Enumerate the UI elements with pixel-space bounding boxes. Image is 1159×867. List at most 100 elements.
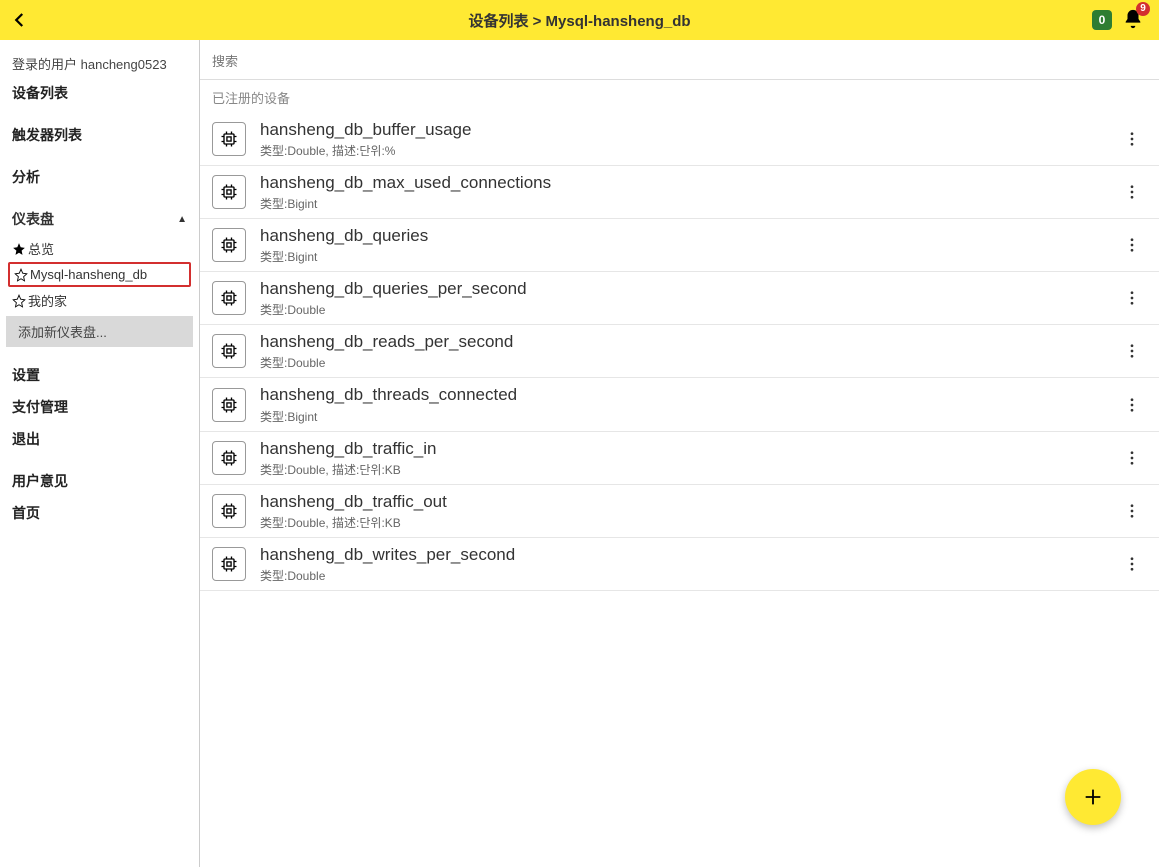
device-title: hansheng_db_queries_per_second (260, 278, 1117, 300)
row-more-button[interactable] (1117, 443, 1147, 473)
device-meta: 类型:Double (260, 567, 1117, 584)
device-title: hansheng_db_writes_per_second (260, 544, 1117, 566)
device-icon-wrap (212, 547, 246, 581)
sidebar-item-devices[interactable]: 设备列表 (0, 77, 199, 109)
user-name: hancheng0523 (81, 57, 167, 72)
device-icon-wrap (212, 175, 246, 209)
dashboard-item-2[interactable]: 我的家 (0, 287, 199, 314)
header-right: 0 9 (1092, 8, 1159, 33)
device-icon-wrap (212, 334, 246, 368)
device-title: hansheng_db_traffic_in (260, 438, 1117, 460)
device-meta: 类型:Double, 描述:단위:KB (260, 514, 1117, 531)
sidebar-item-analysis[interactable]: 分析 (0, 161, 199, 193)
row-more-button[interactable] (1117, 496, 1147, 526)
device-meta: 类型:Bigint (260, 408, 1117, 425)
chip-icon (219, 501, 239, 521)
device-row[interactable]: hansheng_db_traffic_out类型:Double, 描述:단위:… (200, 485, 1159, 538)
device-texts: hansheng_db_threads_connected 类型:Bigint (260, 384, 1117, 424)
add-fab-button[interactable] (1065, 769, 1121, 825)
header-bar: 设备列表 > Mysql-hansheng_db 0 9 (0, 0, 1159, 40)
device-texts: hansheng_db_reads_per_second类型:Double (260, 331, 1117, 371)
device-meta: 类型:Bigint (260, 195, 1117, 212)
sidebar-item-payment[interactable]: 支付管理 (0, 391, 199, 423)
more-vertical-icon (1123, 449, 1141, 467)
row-more-button[interactable] (1117, 230, 1147, 260)
back-button[interactable] (0, 0, 40, 40)
plus-icon (1082, 786, 1104, 808)
chip-icon (219, 129, 239, 149)
row-more-button[interactable] (1117, 336, 1147, 366)
row-more-button[interactable] (1117, 549, 1147, 579)
chip-icon (219, 341, 239, 361)
device-icon-wrap (212, 494, 246, 528)
add-dashboard-button[interactable]: 添加新仪表盘... (6, 316, 193, 347)
device-meta: 类型:Double (260, 354, 1117, 371)
device-row[interactable]: hansheng_db_threads_connected 类型:Bigint (200, 378, 1159, 431)
device-row[interactable]: hansheng_db_queries_per_second类型:Double (200, 272, 1159, 325)
device-row[interactable]: hansheng_db_traffic_in类型:Double, 描述:단위:K… (200, 432, 1159, 485)
device-row[interactable]: hansheng_db_buffer_usage类型:Double, 描述:단위… (200, 113, 1159, 166)
status-badge[interactable]: 0 (1092, 10, 1112, 30)
sidebar-item-feedback[interactable]: 用户意见 (0, 465, 199, 497)
more-vertical-icon (1123, 342, 1141, 360)
chevron-left-icon (11, 11, 29, 29)
device-texts: hansheng_db_queries类型:Bigint (260, 225, 1117, 265)
device-icon-wrap (212, 281, 246, 315)
device-icon-wrap (212, 441, 246, 475)
more-vertical-icon (1123, 396, 1141, 414)
sidebar-item-logout[interactable]: 退出 (0, 423, 199, 455)
device-texts: hansheng_db_traffic_out类型:Double, 描述:단위:… (260, 491, 1117, 531)
chip-icon (219, 235, 239, 255)
device-title: hansheng_db_buffer_usage (260, 119, 1117, 141)
chip-icon (219, 182, 239, 202)
device-meta: 类型:Double (260, 301, 1117, 318)
more-vertical-icon (1123, 183, 1141, 201)
device-title: hansheng_db_traffic_out (260, 491, 1117, 513)
chip-icon (219, 288, 239, 308)
row-more-button[interactable] (1117, 390, 1147, 420)
sidebar-item-settings[interactable]: 设置 (0, 359, 199, 391)
user-prefix: 登录的用户 (12, 57, 77, 72)
device-row[interactable]: hansheng_db_writes_per_second类型:Double (200, 538, 1159, 591)
dashboard-item-label: Mysql-hansheng_db (30, 267, 147, 282)
sidebar-section-dashboard[interactable]: 仪表盘 ▲ (0, 203, 199, 235)
device-row[interactable]: hansheng_db_max_used_connections类型:Bigin… (200, 166, 1159, 219)
row-more-button[interactable] (1117, 283, 1147, 313)
more-vertical-icon (1123, 130, 1141, 148)
star-outline-icon (14, 268, 28, 282)
device-texts: hansheng_db_traffic_in类型:Double, 描述:단위:K… (260, 438, 1117, 478)
device-icon-wrap (212, 228, 246, 262)
list-header: 已注册的设备 (200, 80, 1159, 113)
device-icon-wrap (212, 388, 246, 422)
sidebar-item-home[interactable]: 首页 (0, 497, 199, 529)
sidebar-item-triggers[interactable]: 触发器列表 (0, 119, 199, 151)
device-row[interactable]: hansheng_db_reads_per_second类型:Double (200, 325, 1159, 378)
dashboard-item-0[interactable]: 总览 (0, 235, 199, 262)
more-vertical-icon (1123, 289, 1141, 307)
device-title: hansheng_db_queries (260, 225, 1117, 247)
device-title: hansheng_db_threads_connected (260, 384, 1117, 406)
chip-icon (219, 448, 239, 468)
dashboard-item-label: 我的家 (28, 291, 67, 310)
more-vertical-icon (1123, 236, 1141, 254)
dashboard-item-label: 总览 (28, 239, 54, 258)
row-more-button[interactable] (1117, 177, 1147, 207)
search-row (200, 40, 1159, 80)
star-filled-icon (12, 242, 26, 256)
device-title: hansheng_db_reads_per_second (260, 331, 1117, 353)
device-row[interactable]: hansheng_db_queries类型:Bigint (200, 219, 1159, 272)
more-vertical-icon (1123, 555, 1141, 573)
dashboard-item-1[interactable]: Mysql-hansheng_db (8, 262, 191, 287)
device-list: hansheng_db_buffer_usage 类型:Double, 描述:단위… (200, 113, 1159, 867)
breadcrumb: 设备列表 > Mysql-hansheng_db (468, 10, 690, 31)
device-meta: 类型:Double, 描述:단위:KB (260, 461, 1117, 478)
chip-icon (219, 395, 239, 415)
search-input[interactable] (200, 40, 1159, 79)
device-texts: hansheng_db_buffer_usage类型:Double, 描述:단위… (260, 119, 1117, 159)
device-meta: 类型:Bigint (260, 248, 1117, 265)
star-outline-icon (12, 294, 26, 308)
device-icon-wrap (212, 122, 246, 156)
chevron-up-icon: ▲ (177, 214, 187, 225)
row-more-button[interactable] (1117, 124, 1147, 154)
notifications-button[interactable]: 9 (1122, 8, 1144, 33)
